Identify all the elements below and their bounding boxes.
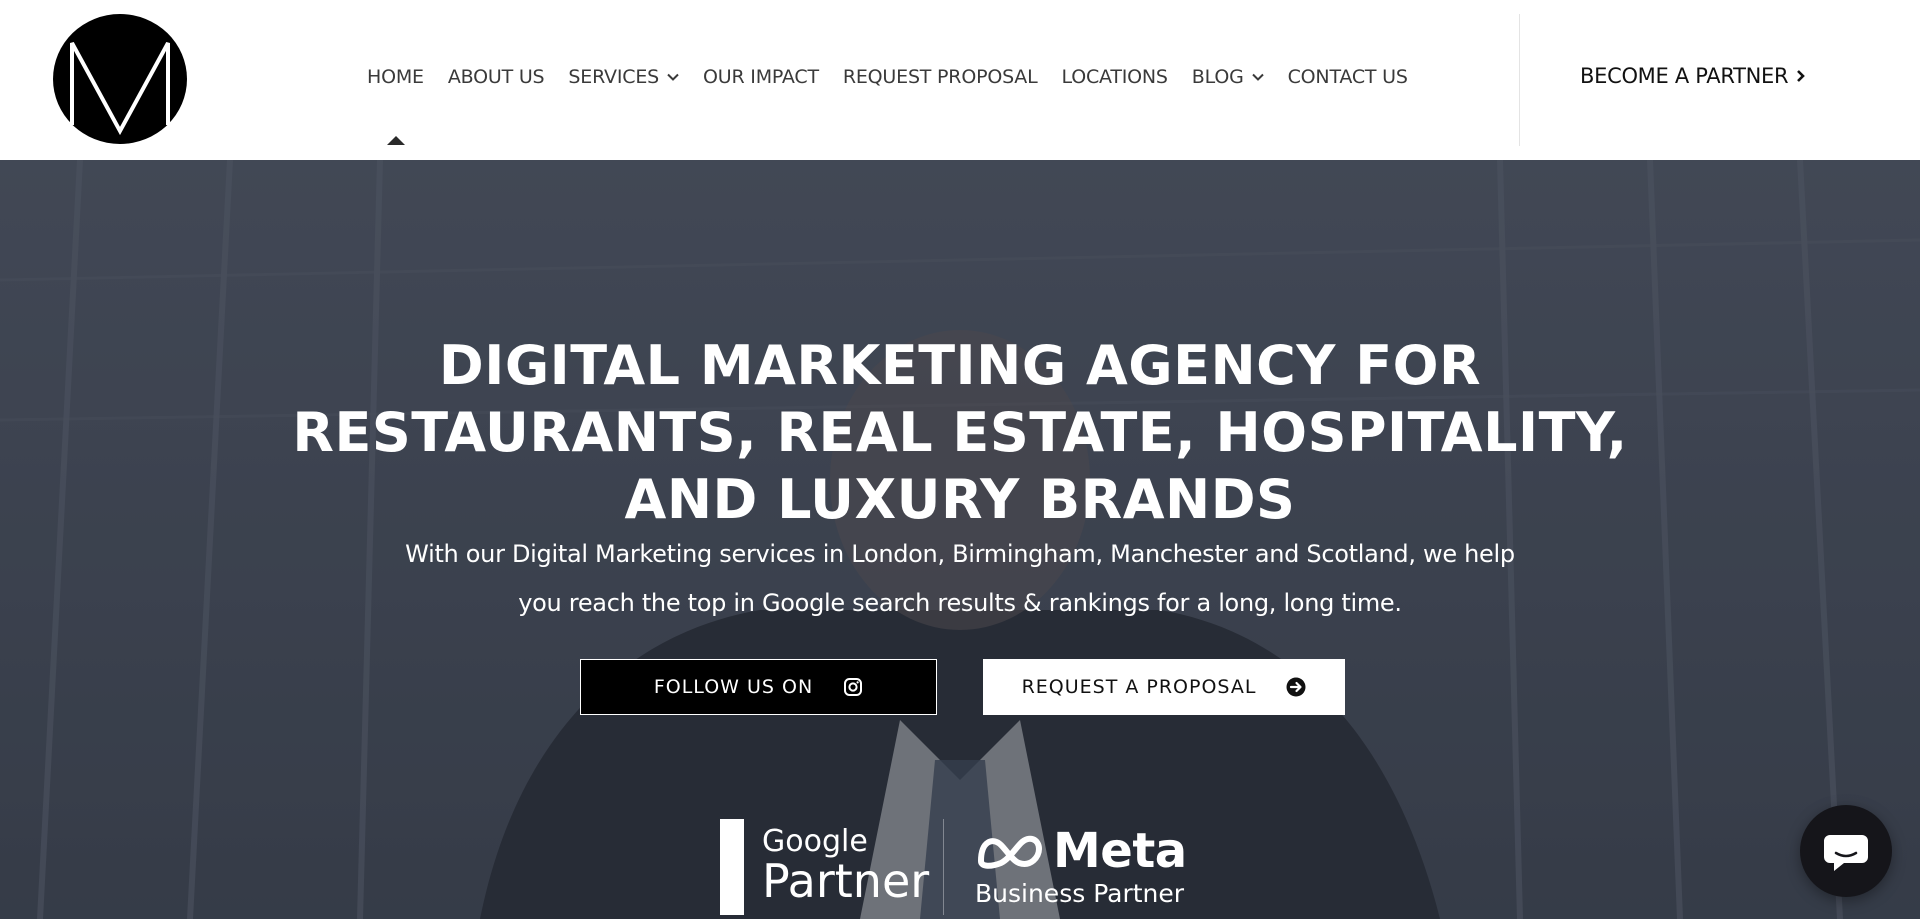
- hero-section: DIGITAL MARKETING AGENCY FOR RESTAURANTS…: [0, 160, 1920, 919]
- nav-item-home[interactable]: HOME: [367, 66, 424, 88]
- main-nav: HOME ABOUT US SERVICES OUR IMPACT REQUES…: [355, 62, 1420, 92]
- arrow-circle-right-icon: [1286, 677, 1306, 697]
- nav-item-label: BLOG: [1191, 66, 1244, 88]
- chat-bubble-icon: [1824, 835, 1868, 871]
- site-logo[interactable]: [52, 13, 188, 145]
- google-partner-text: Google Partner: [762, 819, 930, 908]
- header-divider: [1519, 14, 1520, 146]
- become-partner-label: BECOME A PARTNER: [1580, 64, 1789, 88]
- hero-subtitle-line: you reach the top in Google search resul…: [518, 589, 1402, 617]
- chevron-down-icon: [667, 73, 679, 81]
- follow-us-label: FOLLOW US ON: [653, 676, 814, 698]
- nav-item-label: REQUEST PROPOSAL: [842, 66, 1038, 88]
- hero-title: DIGITAL MARKETING AGENCY FOR RESTAURANTS…: [260, 332, 1660, 533]
- nav-item-about-us[interactable]: ABOUT US: [448, 66, 545, 88]
- request-proposal-button[interactable]: REQUEST A PROPOSAL: [983, 659, 1345, 715]
- request-proposal-label: REQUEST A PROPOSAL: [1021, 676, 1257, 698]
- active-nav-indicator: [387, 136, 405, 145]
- site-header: HOME ABOUT US SERVICES OUR IMPACT REQUES…: [0, 0, 1920, 160]
- nav-item-label: LOCATIONS: [1061, 66, 1168, 88]
- hero-title-line: RESTAURANTS, REAL ESTATE, HOSPITALITY,: [292, 401, 1628, 464]
- google-partner-badge: Google Partner: [720, 819, 929, 915]
- meta-business-partner-text: Business Partner: [975, 879, 1185, 908]
- nav-item-contact-us[interactable]: CONTACT US: [1288, 66, 1408, 88]
- nav-item-locations[interactable]: LOCATIONS: [1061, 66, 1167, 88]
- badge-divider: [943, 819, 944, 915]
- hero-title-line: DIGITAL MARKETING AGENCY FOR: [438, 334, 1482, 397]
- nav-item-label: ABOUT US: [447, 66, 545, 88]
- chat-widget-button[interactable]: [1800, 805, 1892, 897]
- hero-title-line: AND LUXURY BRANDS: [624, 468, 1296, 531]
- nav-item-label: OUR IMPACT: [702, 66, 819, 88]
- nav-item-label: HOME: [367, 66, 424, 88]
- nav-item-our-impact[interactable]: OUR IMPACT: [703, 66, 819, 88]
- nav-item-blog[interactable]: BLOG: [1192, 66, 1264, 88]
- meta-infinity-icon: [978, 835, 1042, 869]
- chevron-right-icon: [1797, 70, 1806, 82]
- meta-row: Meta: [975, 825, 1187, 877]
- nav-item-request-proposal[interactable]: REQUEST PROPOSAL: [843, 66, 1038, 88]
- nav-item-services[interactable]: SERVICES: [568, 66, 679, 88]
- meta-word: Meta: [1053, 823, 1187, 879]
- google-partner-bar: [720, 819, 744, 915]
- instagram-icon: [844, 678, 863, 696]
- nav-item-label: CONTACT US: [1287, 66, 1408, 88]
- chevron-down-icon: [1251, 73, 1264, 81]
- meta-partner-badge: Meta Business Partner: [975, 825, 1187, 909]
- hero-subtitle: With our Digital Marketing services in L…: [360, 530, 1560, 628]
- partner-word: Partner: [762, 854, 930, 908]
- follow-us-button[interactable]: FOLLOW US ON: [580, 659, 937, 715]
- become-partner-link[interactable]: BECOME A PARTNER: [1580, 64, 1806, 88]
- hero-subtitle-line: With our Digital Marketing services in L…: [405, 540, 1515, 568]
- nav-item-label: SERVICES: [568, 66, 659, 88]
